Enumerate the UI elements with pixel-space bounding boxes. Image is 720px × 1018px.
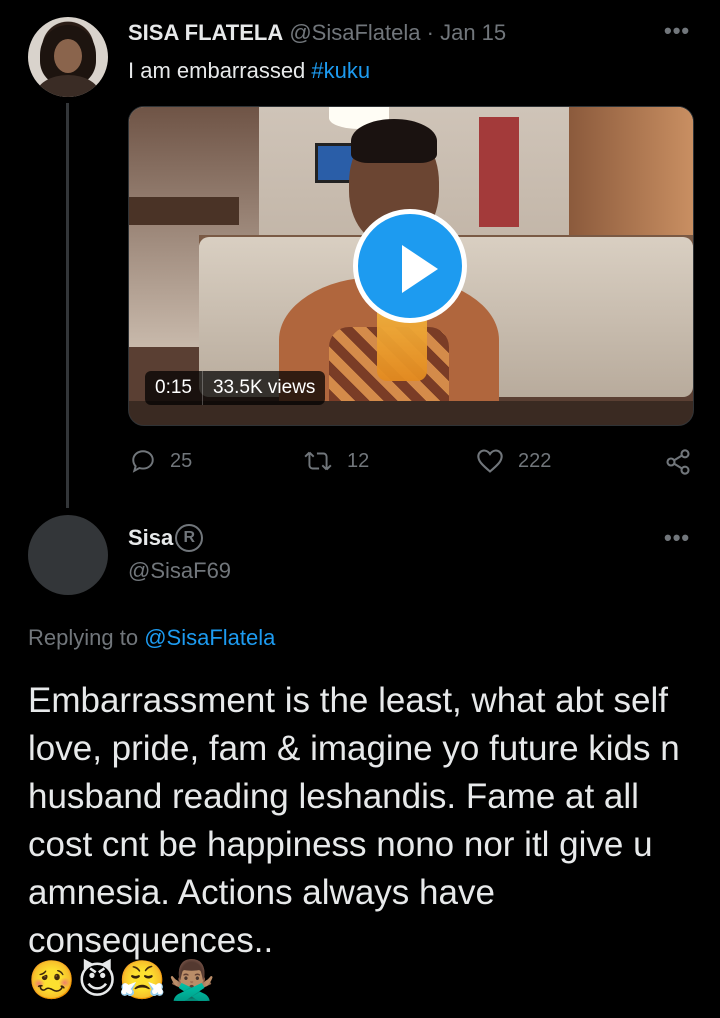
like-icon <box>477 449 503 473</box>
reply-button[interactable]: 25 <box>130 448 192 474</box>
retweet-count: 12 <box>347 449 370 472</box>
like-count: 222 <box>518 449 552 472</box>
header-separator: · <box>426 20 434 45</box>
reply-emojis: 🥴😈😤🙅🏽‍♂️ <box>28 960 218 1002</box>
play-button[interactable] <box>353 209 467 323</box>
share-icon <box>666 449 690 475</box>
tweet-date[interactable]: Jan 15 <box>440 20 506 45</box>
hashtag-link[interactable]: #kuku <box>311 58 370 83</box>
video-player[interactable]: 0:15 33.5K views <box>128 106 694 426</box>
reply-author-avatar[interactable] <box>28 515 108 595</box>
like-button[interactable]: 222 <box>476 448 551 474</box>
avatar-shoulder <box>36 75 100 97</box>
video-frame-person-hair <box>351 119 437 163</box>
author-name[interactable]: SISA FLATELA <box>128 20 283 45</box>
video-views: 33.5K views <box>212 377 316 398</box>
reply-text: Embarrassment is the least, what abt sel… <box>28 681 680 960</box>
author-handle[interactable]: @SisaFlatela <box>289 20 420 45</box>
reply-author-handle[interactable]: @SisaF69 <box>128 558 231 584</box>
thread-line <box>66 103 69 508</box>
replying-prefix: Replying to <box>28 625 145 650</box>
retweet-button[interactable]: 12 <box>303 448 369 474</box>
video-frame-poster <box>479 117 519 227</box>
replying-to: Replying to @SisaFlatela <box>28 625 275 651</box>
avatar-face <box>54 39 82 73</box>
registered-badge: R <box>175 524 204 552</box>
tweet-text: I am embarrassed #kuku <box>128 58 370 84</box>
tweet-more-icon[interactable]: ••• <box>664 18 690 44</box>
play-icon <box>402 245 438 293</box>
tweet-text-plain: I am embarrassed <box>128 58 312 83</box>
video-info-badge: 0:15 33.5K views <box>145 371 326 405</box>
replying-to-link[interactable]: @SisaFlatela <box>144 625 275 650</box>
author-avatar[interactable] <box>28 17 108 97</box>
share-button[interactable] <box>664 448 706 476</box>
reply-icon <box>132 450 154 473</box>
tweet-header: SISA FLATELA @SisaFlatela · Jan 15 <box>128 20 506 46</box>
retweet-icon <box>304 451 332 471</box>
reply-count: 25 <box>170 449 193 472</box>
reply-author-name-row: Sisa R <box>128 524 204 552</box>
reply-author-name[interactable]: Sisa <box>128 525 173 551</box>
video-frame-shelf <box>129 197 239 225</box>
reply-more-icon[interactable]: ••• <box>664 525 690 551</box>
video-duration: 0:15 <box>155 377 192 398</box>
